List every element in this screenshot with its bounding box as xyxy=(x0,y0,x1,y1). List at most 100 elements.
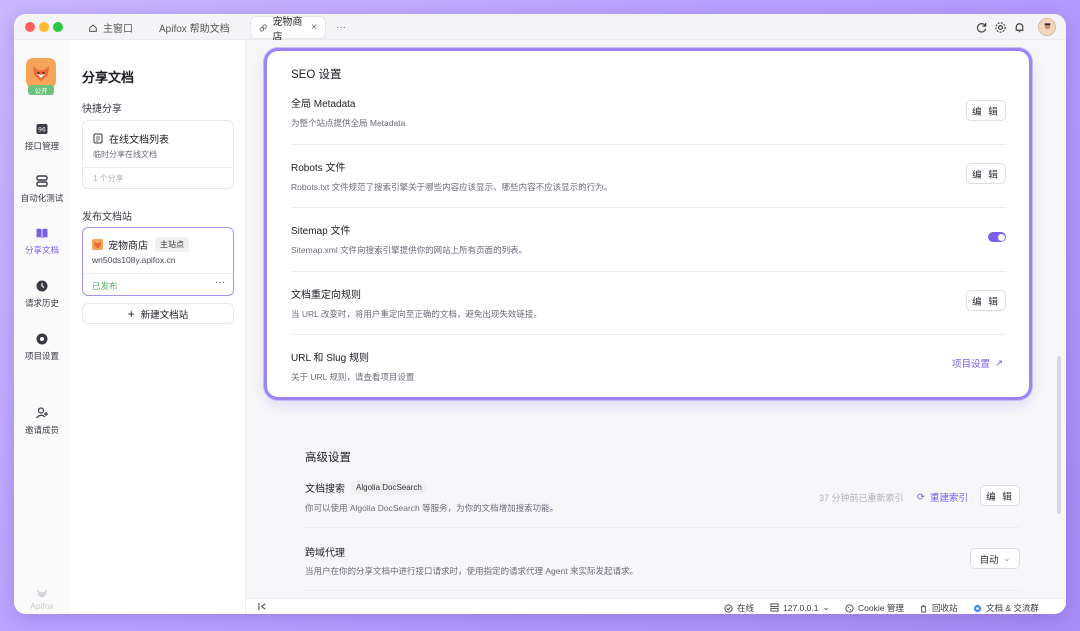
row-desc: Robots.txt 文件规范了搜索引擎关于哪些内容应该显示、哪些内容不应该显示… xyxy=(291,182,613,192)
row-desc: 你可以使用 Algolia DocSearch 等服务，为你的文档增加搜索功能。 xyxy=(305,503,559,513)
minimize-window-button[interactable] xyxy=(39,22,49,32)
tab-home[interactable]: 主窗口 xyxy=(80,17,141,38)
more-tabs-button[interactable]: ··· xyxy=(328,17,354,38)
nav-label: 分享文档 xyxy=(24,245,59,255)
cookie-label: Cookie 管理 xyxy=(858,603,904,613)
online-docs-card[interactable]: 在线文档列表 临时分享在线文档 1 个分享 xyxy=(82,120,234,189)
settings-main: SEO 设置 全局 Metadata 为整个站点提供全局 Metadata 编 … xyxy=(246,40,1066,598)
main-scrollbar[interactable] xyxy=(1057,356,1061,514)
row-title: URL 和 Slug 规则 xyxy=(291,353,369,364)
bell-icon[interactable] xyxy=(1012,20,1026,34)
chevron-down-icon: ⌄ xyxy=(1003,554,1011,563)
docs-community[interactable]: 文档 & 交流群 xyxy=(973,602,1039,614)
refresh-icon[interactable] xyxy=(974,20,988,34)
site-status: 已发布 xyxy=(92,281,118,291)
card-divider xyxy=(83,167,233,168)
doc-site-card[interactable]: 宠物商店 主站点 wn50ds108y.apifox.cn 已发布 ··· xyxy=(82,227,234,296)
row-divider xyxy=(291,271,1006,272)
row-title: 文档重定向规则 xyxy=(291,290,361,301)
quick-share-heading: 快捷分享 xyxy=(82,104,122,115)
nav-label: 邀请成员 xyxy=(24,425,59,435)
nav-invite-members[interactable]: 邀请成员 xyxy=(14,406,70,436)
left-nav: 公开 96 接口管理 自动化测试 分享文档 请求历史 项目设置 邀请成员 Api… xyxy=(14,40,70,614)
edit-metadata-button[interactable]: 编 辑 xyxy=(966,100,1006,121)
tab-label: 宠物商店 xyxy=(272,16,303,43)
apifox-logo-icon xyxy=(37,589,47,598)
nav-label: 接口管理 xyxy=(24,141,59,151)
project-logo[interactable] xyxy=(26,58,56,88)
trash-bin[interactable]: 回收站 xyxy=(919,602,958,614)
clock-icon xyxy=(36,280,48,292)
close-icon[interactable]: × xyxy=(311,22,317,33)
proxy-select[interactable]: 自动 ⌄ xyxy=(970,548,1020,569)
tab-apifox-help[interactable]: Apifox 帮助文档 xyxy=(151,17,238,38)
book-icon xyxy=(36,228,48,238)
agent-host-select[interactable]: 127.0.0.1 ⌄ xyxy=(770,602,830,613)
online-label: 在线 xyxy=(737,603,755,613)
avatar[interactable] xyxy=(1038,18,1056,36)
edit-robots-button[interactable]: 编 辑 xyxy=(966,163,1006,184)
link-label: 项目设置 xyxy=(952,359,991,370)
close-window-button[interactable] xyxy=(25,22,35,32)
collapse-sidebar-icon[interactable] xyxy=(258,602,267,611)
nav-label: 请求历史 xyxy=(24,298,59,308)
new-doc-site-button[interactable]: + 新建文档站 xyxy=(82,303,234,324)
test-icon xyxy=(36,175,48,187)
chevron-down-icon: ⌄ xyxy=(822,602,830,612)
row-title: 跨域代理 xyxy=(305,548,345,559)
row-desc: 关于 URL 规则，请查看项目设置 xyxy=(291,372,415,382)
tab-label: 主窗口 xyxy=(103,24,133,35)
host-label: 127.0.0.1 xyxy=(783,602,819,613)
nav-api-management[interactable]: 96 接口管理 xyxy=(14,122,70,152)
server-icon xyxy=(770,603,779,612)
reindex-button[interactable]: ⟳ 重建索引 xyxy=(917,490,968,505)
algolia-badge: Algolia DocSearch xyxy=(351,481,427,494)
row-title: 文档搜索 xyxy=(305,484,345,495)
brand-footer: Apifox xyxy=(14,586,70,611)
cookie-manager[interactable]: Cookie 管理 xyxy=(845,602,904,614)
reindex-label: 重建索引 xyxy=(929,493,968,504)
site-domain: wn50ds108y.apifox.cn xyxy=(92,255,176,265)
svg-text:96: 96 xyxy=(38,127,46,134)
gear-icon[interactable] xyxy=(993,20,1007,34)
site-more-button[interactable]: ··· xyxy=(215,277,225,288)
row-divider xyxy=(305,590,1020,591)
row-divider xyxy=(291,334,1006,335)
cookie-icon xyxy=(845,603,854,613)
plus-icon: + xyxy=(127,306,135,321)
project-settings-link[interactable]: 项目设置 ↗ xyxy=(952,356,1003,371)
publish-heading: 发布文档站 xyxy=(82,212,132,223)
trash-icon xyxy=(920,604,927,613)
edit-search-button[interactable]: 编 辑 xyxy=(980,485,1020,506)
site-name: 宠物商店 xyxy=(108,241,148,252)
seo-title: SEO 设置 xyxy=(291,69,342,81)
sitemap-toggle[interactable] xyxy=(988,232,1006,242)
check-circle-icon xyxy=(724,603,733,613)
api-icon: 96 xyxy=(36,124,48,134)
nav-project-settings[interactable]: 项目设置 xyxy=(14,332,70,362)
nav-request-history[interactable]: 请求历史 xyxy=(14,279,70,309)
refresh-icon: ⟳ xyxy=(917,491,925,503)
row-desc: 当用户在你的分享文档中进行接口请求时，使用指定的请求代理 Agent 来实际发起… xyxy=(305,566,638,576)
new-site-label: 新建文档站 xyxy=(140,309,189,321)
document-icon xyxy=(93,133,103,144)
row-divider xyxy=(291,144,1006,145)
edit-redirect-button[interactable]: 编 辑 xyxy=(966,290,1006,311)
online-status[interactable]: 在线 xyxy=(724,602,754,614)
nav-share-docs[interactable]: 分享文档 xyxy=(14,226,70,256)
nav-auto-test[interactable]: 自动化测试 xyxy=(14,174,70,204)
share-docs-panel: 分享文档 快捷分享 在线文档列表 临时分享在线文档 1 个分享 发布文档站 宠物… xyxy=(70,40,246,614)
row-desc: 当 URL 改变时，将用户重定向至正确的文档，避免出现失效链接。 xyxy=(291,309,542,319)
panel-title: 分享文档 xyxy=(82,70,135,85)
share-count: 1 个分享 xyxy=(93,174,124,183)
title-bar: 主窗口 Apifox 帮助文档 宠物商店 × ··· xyxy=(14,14,1066,43)
zoom-window-button[interactable] xyxy=(53,22,63,32)
tab-pet-store[interactable]: 宠物商店 × xyxy=(251,17,325,43)
online-docs-title: 在线文档列表 xyxy=(109,135,169,146)
seo-settings-card: SEO 设置 全局 Metadata 为整个站点提供全局 Metadata 编 … xyxy=(267,51,1029,397)
row-desc: 为整个站点提供全局 Metadata xyxy=(291,118,406,128)
settings-icon xyxy=(36,333,48,345)
advanced-title: 高级设置 xyxy=(305,452,351,464)
public-badge: 公开 xyxy=(28,85,54,95)
tab-label: Apifox 帮助文档 xyxy=(159,24,230,35)
